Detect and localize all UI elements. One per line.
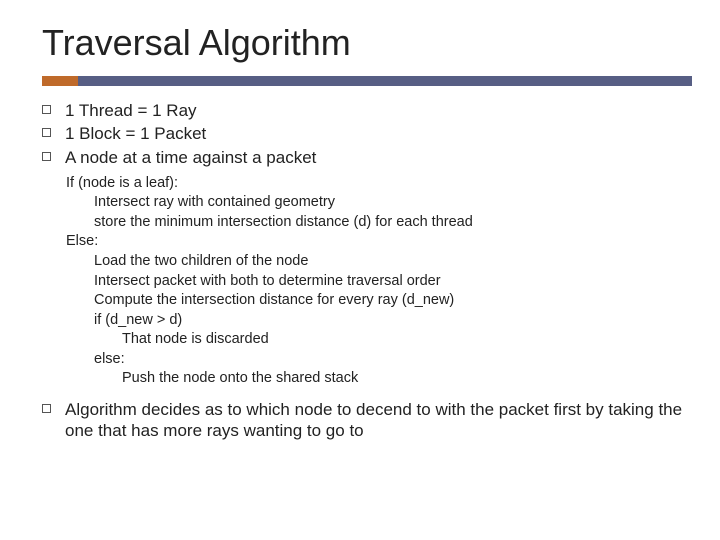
bottom-bullet-list: Algorithm decides as to which node to de…: [42, 399, 692, 442]
title-underline: [42, 76, 692, 86]
list-item: A node at a time against a packet: [42, 147, 692, 168]
top-bullet-list: 1 Thread = 1 Ray 1 Block = 1 Packet A no…: [42, 100, 692, 168]
slide-title: Traversal Algorithm: [42, 22, 692, 64]
square-bullet-icon: [42, 128, 51, 137]
code-line: Else:: [66, 232, 692, 252]
code-line: If (node is a leaf):: [66, 174, 692, 194]
code-line: if (d_new > d): [94, 311, 692, 331]
underline-accent: [42, 76, 78, 86]
bullet-text: Algorithm decides as to which node to de…: [65, 399, 692, 442]
list-item: 1 Thread = 1 Ray: [42, 100, 692, 121]
list-item: 1 Block = 1 Packet: [42, 123, 692, 144]
underline-main: [78, 76, 692, 86]
code-line: else:: [94, 350, 692, 370]
square-bullet-icon: [42, 404, 51, 413]
code-line: Compute the intersection distance for ev…: [94, 291, 692, 311]
code-line: That node is discarded: [122, 330, 692, 350]
bullet-text: A node at a time against a packet: [65, 147, 316, 168]
square-bullet-icon: [42, 105, 51, 114]
code-line: Load the two children of the node: [94, 252, 692, 272]
code-line: Push the node onto the shared stack: [122, 369, 692, 389]
bullet-text: 1 Thread = 1 Ray: [65, 100, 197, 121]
pseudocode-block: If (node is a leaf): Intersect ray with …: [66, 174, 692, 389]
code-line: Intersect ray with contained geometry: [94, 193, 692, 213]
square-bullet-icon: [42, 152, 51, 161]
bullet-text: 1 Block = 1 Packet: [65, 123, 206, 144]
list-item: Algorithm decides as to which node to de…: [42, 399, 692, 442]
code-line: store the minimum intersection distance …: [94, 213, 692, 233]
slide: Traversal Algorithm 1 Thread = 1 Ray 1 B…: [0, 0, 720, 540]
code-line: Intersect packet with both to determine …: [94, 272, 692, 292]
